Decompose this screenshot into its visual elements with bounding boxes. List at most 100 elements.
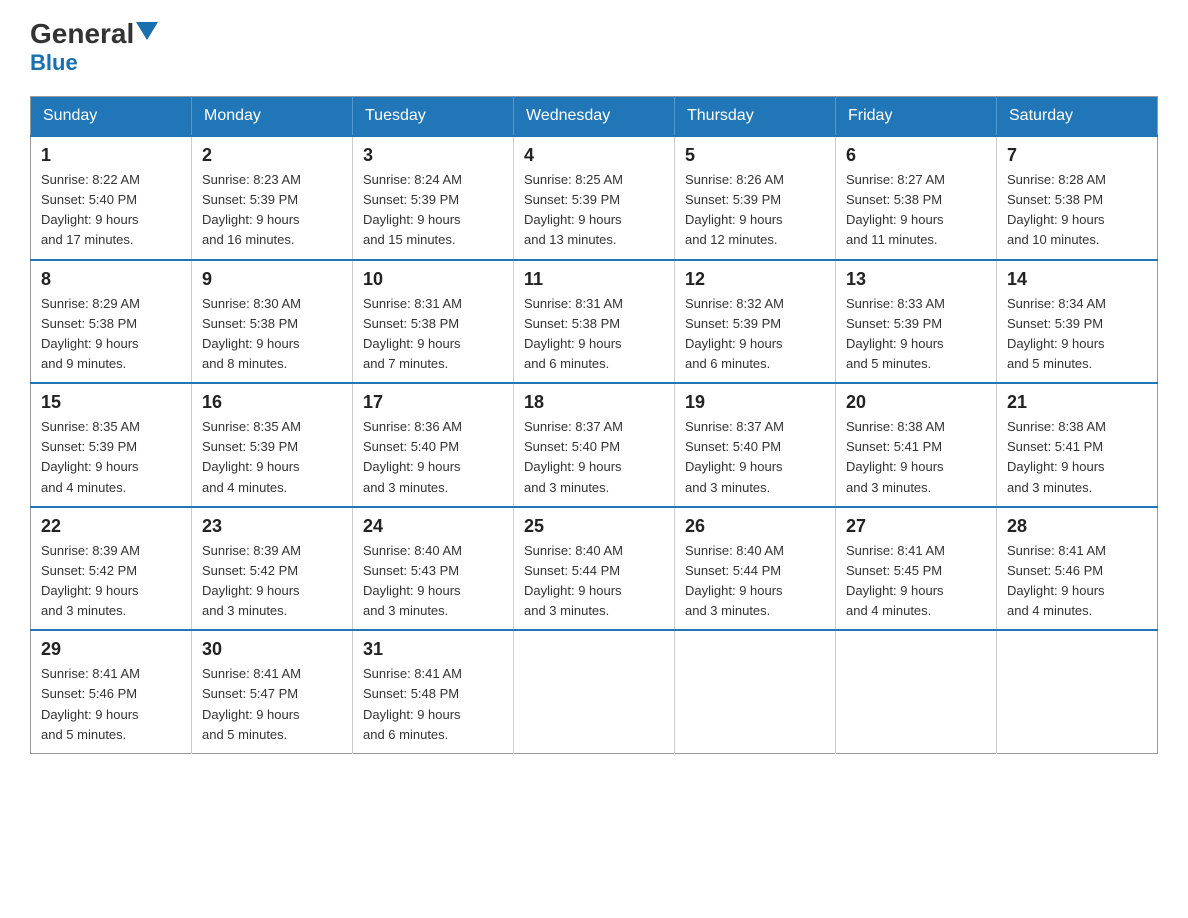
calendar-day-cell: 21 Sunrise: 8:38 AMSunset: 5:41 PMDayligh… bbox=[997, 383, 1158, 507]
calendar-day-cell: 20Sunrise: 8:38 AMSunset: 5:41 PMDayligh… bbox=[836, 383, 997, 507]
day-info: Sunrise: 8:36 AMSunset: 5:40 PMDaylight:… bbox=[363, 417, 503, 498]
calendar-day-cell: 15 Sunrise: 8:35 AMSunset: 5:39 PMDayligh… bbox=[31, 383, 192, 507]
calendar-day-cell: 18Sunrise: 8:37 AMSunset: 5:40 PMDayligh… bbox=[514, 383, 675, 507]
day-number: 21 bbox=[1007, 392, 1147, 413]
calendar-week-row: 8 Sunrise: 8:29 AMSunset: 5:38 PMDaylight… bbox=[31, 260, 1158, 384]
day-info: Sunrise: 8:35 AMSunset: 5:39 PMDaylight:… bbox=[41, 417, 181, 498]
day-number: 2 bbox=[202, 145, 342, 166]
day-number: 4 bbox=[524, 145, 664, 166]
logo: General Blue bbox=[30, 20, 158, 76]
day-info: Sunrise: 8:30 AMSunset: 5:38 PMDaylight:… bbox=[202, 294, 342, 375]
calendar-day-cell: 26 Sunrise: 8:40 AMSunset: 5:44 PMDayligh… bbox=[675, 507, 836, 631]
calendar-week-row: 22 Sunrise: 8:39 AMSunset: 5:42 PMDayligh… bbox=[31, 507, 1158, 631]
day-of-week-header: Friday bbox=[836, 97, 997, 137]
day-number: 19 bbox=[685, 392, 825, 413]
calendar-day-cell: 9Sunrise: 8:30 AMSunset: 5:38 PMDaylight… bbox=[192, 260, 353, 384]
day-info: Sunrise: 8:41 AMSunset: 5:47 PMDaylight:… bbox=[202, 664, 342, 745]
day-number: 3 bbox=[363, 145, 503, 166]
day-info: Sunrise: 8:33 AMSunset: 5:39 PMDaylight:… bbox=[846, 294, 986, 375]
day-info: Sunrise: 8:31 AMSunset: 5:38 PMDaylight:… bbox=[363, 294, 503, 375]
calendar-week-row: 29 Sunrise: 8:41 AMSunset: 5:46 PMDayligh… bbox=[31, 630, 1158, 753]
day-info: Sunrise: 8:40 AMSunset: 5:43 PMDaylight:… bbox=[363, 541, 503, 622]
day-info: Sunrise: 8:28 AMSunset: 5:38 PMDaylight:… bbox=[1007, 170, 1147, 251]
day-of-week-header: Thursday bbox=[675, 97, 836, 137]
logo-text-general: General bbox=[30, 20, 134, 48]
calendar-day-cell: 28 Sunrise: 8:41 AMSunset: 5:46 PMDayligh… bbox=[997, 507, 1158, 631]
day-info: Sunrise: 8:24 AMSunset: 5:39 PMDaylight:… bbox=[363, 170, 503, 251]
calendar-day-cell: 27Sunrise: 8:41 AMSunset: 5:45 PMDayligh… bbox=[836, 507, 997, 631]
day-info: Sunrise: 8:32 AMSunset: 5:39 PMDaylight:… bbox=[685, 294, 825, 375]
day-number: 17 bbox=[363, 392, 503, 413]
calendar-day-cell: 13 Sunrise: 8:33 AMSunset: 5:39 PMDayligh… bbox=[836, 260, 997, 384]
day-info: Sunrise: 8:22 AMSunset: 5:40 PMDaylight:… bbox=[41, 170, 181, 251]
day-info: Sunrise: 8:38 AMSunset: 5:41 PMDaylight:… bbox=[846, 417, 986, 498]
day-number: 7 bbox=[1007, 145, 1147, 166]
day-info: Sunrise: 8:39 AMSunset: 5:42 PMDaylight:… bbox=[202, 541, 342, 622]
calendar-day-cell: 16 Sunrise: 8:35 AMSunset: 5:39 PMDayligh… bbox=[192, 383, 353, 507]
calendar-day-cell: 6 Sunrise: 8:27 AMSunset: 5:38 PMDaylight… bbox=[836, 136, 997, 260]
day-number: 27 bbox=[846, 516, 986, 537]
day-of-week-header: Sunday bbox=[31, 97, 192, 137]
calendar-day-cell: 1 Sunrise: 8:22 AMSunset: 5:40 PMDaylight… bbox=[31, 136, 192, 260]
day-info: Sunrise: 8:41 AMSunset: 5:46 PMDaylight:… bbox=[41, 664, 181, 745]
day-number: 15 bbox=[41, 392, 181, 413]
day-info: Sunrise: 8:29 AMSunset: 5:38 PMDaylight:… bbox=[41, 294, 181, 375]
day-number: 25 bbox=[524, 516, 664, 537]
day-of-week-header: Saturday bbox=[997, 97, 1158, 137]
day-info: Sunrise: 8:40 AMSunset: 5:44 PMDaylight:… bbox=[685, 541, 825, 622]
day-number: 26 bbox=[685, 516, 825, 537]
day-number: 29 bbox=[41, 639, 181, 660]
calendar-day-cell: 8 Sunrise: 8:29 AMSunset: 5:38 PMDaylight… bbox=[31, 260, 192, 384]
calendar-day-cell bbox=[675, 630, 836, 753]
day-of-week-header: Tuesday bbox=[353, 97, 514, 137]
day-info: Sunrise: 8:31 AMSunset: 5:38 PMDaylight:… bbox=[524, 294, 664, 375]
day-number: 14 bbox=[1007, 269, 1147, 290]
day-number: 18 bbox=[524, 392, 664, 413]
day-number: 31 bbox=[363, 639, 503, 660]
day-info: Sunrise: 8:27 AMSunset: 5:38 PMDaylight:… bbox=[846, 170, 986, 251]
calendar-day-cell: 10 Sunrise: 8:31 AMSunset: 5:38 PMDayligh… bbox=[353, 260, 514, 384]
calendar-day-cell: 12 Sunrise: 8:32 AMSunset: 5:39 PMDayligh… bbox=[675, 260, 836, 384]
day-info: Sunrise: 8:38 AMSunset: 5:41 PMDaylight:… bbox=[1007, 417, 1147, 498]
day-info: Sunrise: 8:34 AMSunset: 5:39 PMDaylight:… bbox=[1007, 294, 1147, 375]
day-number: 6 bbox=[846, 145, 986, 166]
calendar-week-row: 1 Sunrise: 8:22 AMSunset: 5:40 PMDaylight… bbox=[31, 136, 1158, 260]
calendar-day-cell: 30 Sunrise: 8:41 AMSunset: 5:47 PMDayligh… bbox=[192, 630, 353, 753]
calendar-day-cell: 24Sunrise: 8:40 AMSunset: 5:43 PMDayligh… bbox=[353, 507, 514, 631]
day-info: Sunrise: 8:41 AMSunset: 5:46 PMDaylight:… bbox=[1007, 541, 1147, 622]
calendar-day-cell bbox=[836, 630, 997, 753]
day-info: Sunrise: 8:40 AMSunset: 5:44 PMDaylight:… bbox=[524, 541, 664, 622]
day-number: 10 bbox=[363, 269, 503, 290]
day-number: 16 bbox=[202, 392, 342, 413]
day-number: 5 bbox=[685, 145, 825, 166]
page-header: General Blue bbox=[30, 20, 1158, 76]
calendar-day-cell: 14 Sunrise: 8:34 AMSunset: 5:39 PMDayligh… bbox=[997, 260, 1158, 384]
day-info: Sunrise: 8:35 AMSunset: 5:39 PMDaylight:… bbox=[202, 417, 342, 498]
day-number: 30 bbox=[202, 639, 342, 660]
calendar-day-cell: 29 Sunrise: 8:41 AMSunset: 5:46 PMDayligh… bbox=[31, 630, 192, 753]
calendar-day-cell: 3 Sunrise: 8:24 AMSunset: 5:39 PMDaylight… bbox=[353, 136, 514, 260]
day-number: 22 bbox=[41, 516, 181, 537]
calendar-day-cell: 2Sunrise: 8:23 AMSunset: 5:39 PMDaylight… bbox=[192, 136, 353, 260]
day-of-week-header: Wednesday bbox=[514, 97, 675, 137]
calendar-day-cell bbox=[997, 630, 1158, 753]
day-info: Sunrise: 8:26 AMSunset: 5:39 PMDaylight:… bbox=[685, 170, 825, 251]
day-number: 13 bbox=[846, 269, 986, 290]
calendar-day-cell: 31 Sunrise: 8:41 AMSunset: 5:48 PMDayligh… bbox=[353, 630, 514, 753]
day-number: 1 bbox=[41, 145, 181, 166]
calendar-day-cell bbox=[514, 630, 675, 753]
calendar-day-cell: 5 Sunrise: 8:26 AMSunset: 5:39 PMDaylight… bbox=[675, 136, 836, 260]
day-number: 23 bbox=[202, 516, 342, 537]
day-info: Sunrise: 8:25 AMSunset: 5:39 PMDaylight:… bbox=[524, 170, 664, 251]
calendar-day-cell: 4 Sunrise: 8:25 AMSunset: 5:39 PMDaylight… bbox=[514, 136, 675, 260]
day-number: 8 bbox=[41, 269, 181, 290]
day-number: 12 bbox=[685, 269, 825, 290]
calendar-week-row: 15 Sunrise: 8:35 AMSunset: 5:39 PMDayligh… bbox=[31, 383, 1158, 507]
day-info: Sunrise: 8:41 AMSunset: 5:48 PMDaylight:… bbox=[363, 664, 503, 745]
day-number: 28 bbox=[1007, 516, 1147, 537]
calendar-header-row: SundayMondayTuesdayWednesdayThursdayFrid… bbox=[31, 97, 1158, 137]
day-info: Sunrise: 8:39 AMSunset: 5:42 PMDaylight:… bbox=[41, 541, 181, 622]
logo-triangle-icon bbox=[136, 22, 158, 44]
calendar-day-cell: 17 Sunrise: 8:36 AMSunset: 5:40 PMDayligh… bbox=[353, 383, 514, 507]
calendar-day-cell: 22 Sunrise: 8:39 AMSunset: 5:42 PMDayligh… bbox=[31, 507, 192, 631]
